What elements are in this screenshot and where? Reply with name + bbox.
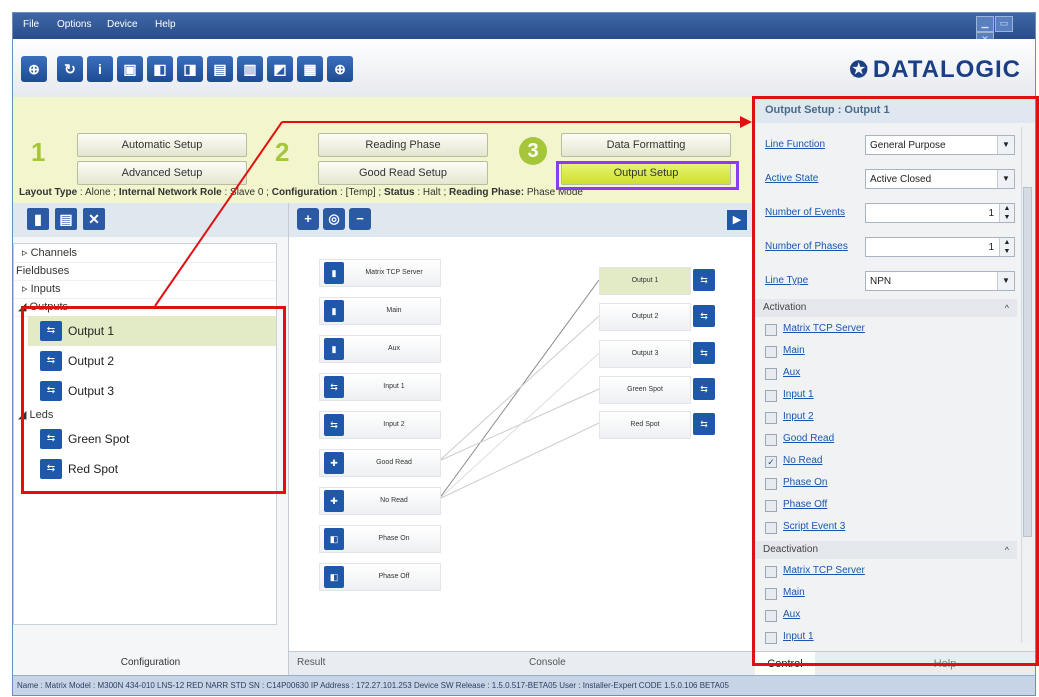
callout-arrow — [154, 116, 752, 307]
